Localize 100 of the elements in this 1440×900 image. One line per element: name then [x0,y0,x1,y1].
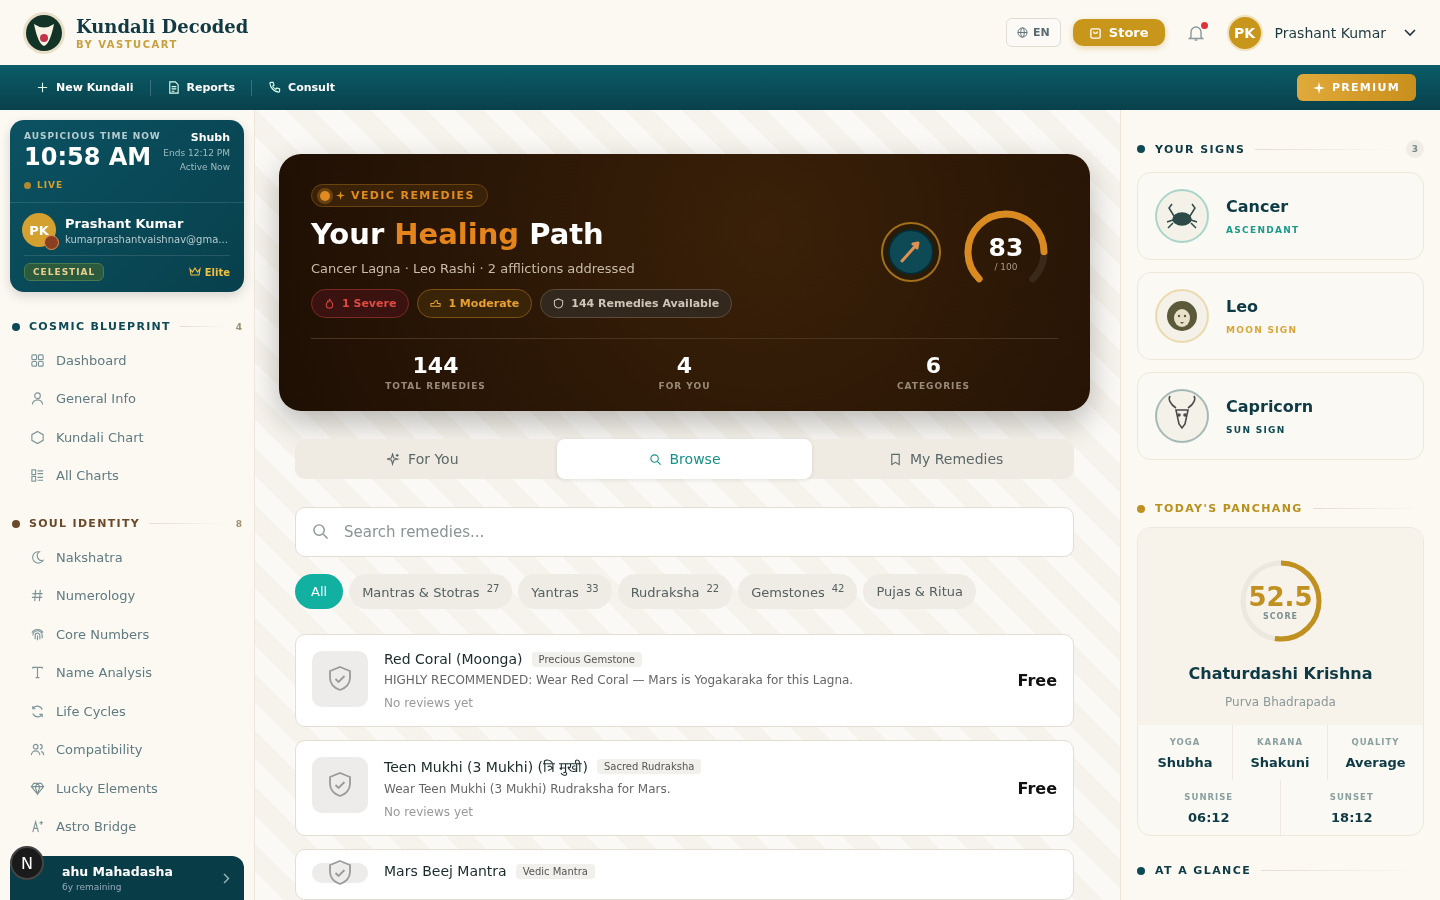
category-chip[interactable]: Yantras $^{33}$ [518,574,612,609]
sidebar-item-label[interactable]: Astro Bridge [56,819,137,835]
sidebar-item[interactable]: Kundali Chart [10,418,244,457]
tab[interactable]: Browse [556,439,813,479]
logo-icon [22,10,66,55]
sidebar-item[interactable]: Nakshatra [10,538,244,577]
search-icon [312,523,329,540]
sign-card[interactable]: Cancer ASCENDANT [1137,172,1424,260]
review-count: No reviews yet [384,696,475,710]
tab[interactable]: For You [295,439,551,479]
search-icon [648,452,662,466]
sidebar-item[interactable]: Dashboard [10,341,244,380]
sidebar-item[interactable]: Astro Bridge [10,807,244,846]
price-label: Free [1017,778,1057,798]
remedy-card[interactable]: Teen Mukhi (3 Mukhi) (त्रि मुखी) Sacred Rudraksha Wear Teen Mukhi (3 Mukhi) Rudraksha for Mars. No reviews yet Free [295,740,1074,836]
search-field[interactable]: Search remedies... [295,507,1074,557]
glowing-dot-icon [320,190,330,201]
shopping-bag-icon [1088,26,1102,39]
remaining-time: 6y remaining [62,882,123,892]
detail-label: KARANA [1256,737,1304,747]
user-avatar[interactable]: PK [1226,14,1263,51]
document-icon [166,81,180,94]
sidebar-item-label[interactable]: Nakshatra [56,549,123,565]
notification-bell-icon[interactable] [1186,23,1205,42]
fingerprint-icon [30,626,45,642]
sidebar-item[interactable]: All Charts [10,456,244,495]
sidebar-item-label[interactable]: Numerology [56,588,136,604]
section-title: TODAY'S PANCHANG [1155,502,1303,515]
sidebar-item-label[interactable]: Kundali Chart [56,429,144,445]
sidebar-item-label[interactable]: All Charts [56,468,119,484]
grid-icon [30,352,45,368]
sidebar-item-label[interactable]: General Info [56,391,136,407]
diamond-icon [30,780,45,796]
compass-icon [880,221,942,283]
sidebar-item[interactable]: Name Analysis [10,653,244,692]
score-max: / 100 [994,261,1018,272]
sidebar-item[interactable]: General Info [10,379,244,418]
score-value: 83 [988,232,1024,262]
remedy-card[interactable]: Red Coral (Moonga) Precious Gemstone HIGHLY RECOMMENDED: Wear Red Coral — Mars is Yogakaraka for this Lagna. No reviews yet Free [295,634,1074,727]
time-value: 06:12 [1187,810,1231,825]
shield-check-icon [312,651,368,707]
sidebar-item-label[interactable]: Life Cycles [56,703,126,719]
sidebar-item-label[interactable]: Dashboard [56,352,127,368]
category-chip[interactable]: All [295,574,344,609]
chevron-down-icon[interactable] [1404,28,1416,37]
sidebar-item-label[interactable]: Lucky Elements [56,780,158,796]
sidebar-item[interactable]: Life Cycles [10,692,244,731]
sidebar-item-label[interactable]: Core Numbers [56,626,150,642]
user-name[interactable]: Prashant Kumar [1274,24,1386,41]
sidebar-item[interactable]: Lucky Elements [10,769,244,808]
crown-icon [188,267,201,277]
nav-link[interactable]: New Kundali [36,81,134,94]
remedy-tag: Precious Gemstone [531,651,642,667]
detail-label: QUALITY [1350,737,1401,747]
status-text: Active Now [178,162,230,172]
section-count: 8 [235,518,242,529]
time-label: SUNSET [1328,792,1375,802]
end-time: Ends 12:12 PM [163,148,230,158]
chevron-right-icon [223,872,230,884]
status-chip: 1 Moderate [417,289,533,318]
category-chip[interactable]: Pujas & Ritua [863,574,976,609]
people-icon [30,742,45,758]
sidebar-item[interactable]: Compatibility [10,730,244,769]
dev-tools-badge[interactable]: N [10,846,44,880]
score-value: 52.5 [1248,581,1313,612]
refresh-icon [30,703,45,719]
stat-label: CATEGORIES [895,381,972,391]
section-title: SOUL IDENTITY [29,517,140,530]
brand-name: Kundali Decoded [76,15,249,37]
detail-value: Shubha [1156,755,1214,770]
sign-name: Cancer [1226,197,1290,216]
sign-card[interactable]: Leo MOON SIGN [1137,272,1424,360]
detail-value: Average [1344,755,1407,770]
brand-tagline: BY VASTUCART [76,38,179,50]
card-label: AUSPICIOUS TIME NOW [24,131,161,141]
moon-icon [30,549,45,565]
sign-card[interactable]: Capricorn SUN SIGN [1137,372,1424,460]
section-title: COSMIC BLUEPRINT [29,320,171,333]
remedy-name: Mars Beej Mantra [384,863,507,879]
language-button[interactable]: EN [1006,18,1061,47]
profile-email: kumarprashantvaishnav@gma... [65,233,228,245]
sidebar-item-label[interactable]: Name Analysis [56,665,153,681]
nav-link[interactable]: Consult [268,81,335,94]
live-dot [24,181,31,189]
nakshatra-name: Purva Bhadrapada [1225,695,1336,709]
current-time: 10:58 AM [24,143,153,171]
time-value: 18:12 [1330,810,1374,825]
sidebar-item-label[interactable]: Compatibility [56,742,143,758]
shield-check-icon [312,757,368,813]
premium-button[interactable]: PREMIUM [1296,74,1416,101]
category-chip[interactable]: Rudraksha $^{22}$ [617,574,733,609]
tab[interactable]: My Remedies [818,439,1074,479]
sidebar-item[interactable]: Numerology [10,576,244,615]
store-button[interactable]: Store [1072,19,1165,46]
sidebar-item[interactable]: Core Numbers [10,615,244,654]
nav-link[interactable]: Reports [166,81,236,94]
globe-icon [1017,27,1029,38]
category-chip[interactable]: Gemstones $^{42}$ [738,574,858,609]
category-chip[interactable]: Mantras & Stotras $^{27}$ [349,574,513,609]
remedy-card[interactable]: Mars Beej Mantra Vedic Mantra [295,849,1074,900]
